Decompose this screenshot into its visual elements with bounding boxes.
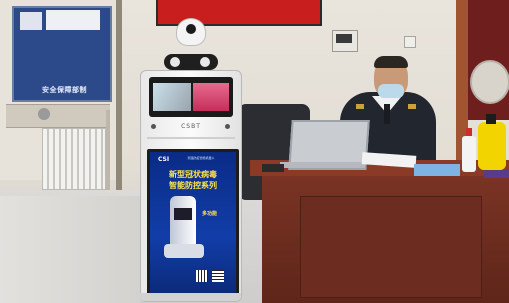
screen-logo: CSI xyxy=(158,156,170,163)
officer-hair xyxy=(374,56,408,68)
notice-paper xyxy=(20,12,42,30)
robot-camera-bar xyxy=(164,54,218,70)
notice-board: 安全保障部制 xyxy=(12,6,112,102)
screen-top-text: 测温防疫智能机器人 xyxy=(187,156,215,160)
wall-shelf xyxy=(6,104,110,128)
robot-body: CSBT CSI 测温防疫智能机器人 新型冠状病毒 智能防控系列 多功能 xyxy=(139,70,242,302)
camera-lens xyxy=(170,57,180,67)
floor-reflection xyxy=(0,196,140,303)
robot-illustration-base xyxy=(164,244,204,258)
robot-base xyxy=(139,293,241,301)
camera-lens xyxy=(200,57,210,67)
screen-title-line2: 智能防控系列 xyxy=(169,181,217,190)
laptop-base xyxy=(280,162,364,168)
robot-illustration-screen xyxy=(174,208,192,220)
thermal-image-left xyxy=(153,83,191,111)
screen-side-badge: 多功能 xyxy=(202,211,218,217)
desk-panel xyxy=(300,196,482,298)
wall-sign-text: 安全保障部制 xyxy=(42,86,87,94)
wall-thermostat xyxy=(332,30,358,52)
blue-box xyxy=(414,164,460,176)
yellow-bottle-cap xyxy=(486,114,496,124)
thermal-display xyxy=(149,77,233,117)
qr-code xyxy=(212,270,224,282)
sensor-dot xyxy=(151,124,156,129)
wall-socket xyxy=(404,36,416,48)
robot-illustration xyxy=(170,196,196,250)
office-photo: 安全保障部制 CSBT CSI 测温防疫智能机器人 新型冠状病毒 智能防控系列 … xyxy=(0,0,509,303)
hand-sanitizer-bottle xyxy=(462,136,476,172)
advert-screen: CSI 测温防疫智能机器人 新型冠状病毒 智能防控系列 多功能 xyxy=(147,149,239,297)
robot-divider xyxy=(147,137,235,139)
phone xyxy=(262,164,284,172)
notice-paper xyxy=(46,10,100,30)
officer-tie xyxy=(384,104,390,124)
robot-camera-head xyxy=(176,18,206,46)
purple-cloth xyxy=(484,170,509,178)
qr-code xyxy=(196,270,208,282)
door-frame xyxy=(116,0,122,200)
officer-badge xyxy=(356,104,364,109)
officer-badge xyxy=(408,104,416,109)
bottle-cap-red xyxy=(466,128,472,136)
sensor-dot xyxy=(225,124,230,129)
fan xyxy=(470,60,509,104)
radiator xyxy=(42,128,106,190)
thermal-image-right xyxy=(193,83,229,111)
wall-emblem xyxy=(38,108,50,120)
screen-title-line1: 新型冠状病毒 xyxy=(169,170,217,179)
camera-lens xyxy=(186,24,196,34)
thermostat-display xyxy=(336,34,352,43)
yellow-bottle xyxy=(478,122,506,170)
face-mask xyxy=(378,84,404,98)
